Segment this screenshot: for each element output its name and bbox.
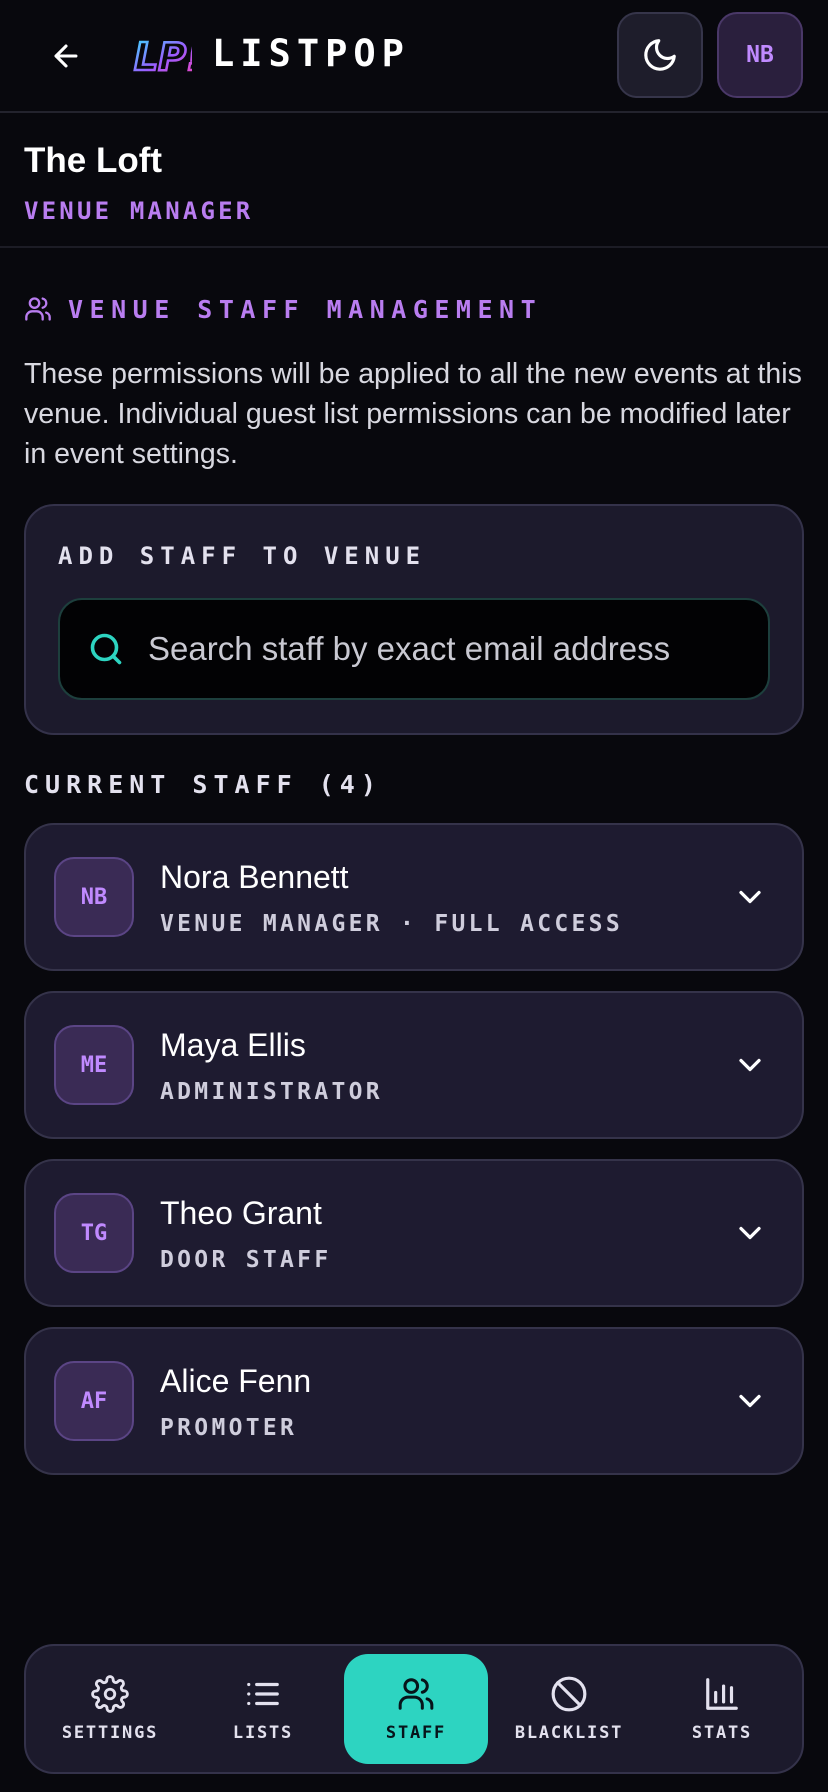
nav-stats[interactable]: STATS [650, 1654, 794, 1764]
venue-header: The Loft VENUE MANAGER [0, 113, 828, 248]
logo-mark-text: LP! [134, 35, 192, 79]
nav-blacklist[interactable]: BLACKLIST [497, 1654, 641, 1764]
staff-role: DOOR STAFF [160, 1247, 332, 1273]
staff-role: VENUE MANAGER · FULL ACCESS [160, 911, 623, 937]
nav-label: STATS [691, 1723, 753, 1743]
staff-role: PROMOTER [160, 1415, 298, 1441]
logo-mark: LP! [133, 34, 192, 80]
bottom-nav: SETTINGS LISTS STAFF BLACKLIST STATS [24, 1644, 804, 1774]
staff-card[interactable]: ME Maya Ellis ADMINISTRATOR [24, 991, 804, 1139]
gear-icon [91, 1675, 129, 1713]
nav-label: BLACKLIST [514, 1723, 624, 1743]
nav-label: SETTINGS [61, 1723, 159, 1743]
moon-icon [644, 39, 676, 71]
back-button[interactable] [44, 34, 88, 78]
app-header: LP! LISTPOP NB [0, 0, 828, 113]
search-icon [90, 633, 122, 665]
venue-name: The Loft [24, 141, 163, 180]
add-staff-card: ADD STAFF TO VENUE [24, 504, 804, 735]
staff-name: Maya Ellis [160, 1027, 306, 1063]
nav-label: LISTS [232, 1723, 294, 1743]
theme-toggle-button[interactable] [617, 12, 703, 98]
chevron-down-icon[interactable] [732, 879, 768, 915]
nav-lists[interactable]: LISTS [191, 1654, 335, 1764]
venue-role: VENUE MANAGER [24, 197, 254, 225]
staff-avatar: AF [54, 1361, 134, 1441]
list-icon [247, 1682, 279, 1706]
nav-settings[interactable]: SETTINGS [38, 1654, 182, 1764]
user-avatar-button[interactable]: NB [717, 12, 803, 98]
chevron-down-icon[interactable] [732, 1047, 768, 1083]
staff-avatar: NB [54, 857, 134, 937]
ban-icon [551, 1676, 587, 1712]
staff-card[interactable]: AF Alice Fenn PROMOTER [24, 1327, 804, 1475]
chevron-down-icon[interactable] [732, 1383, 768, 1419]
staff-avatar: TG [54, 1193, 134, 1273]
staff-role: ADMINISTRATOR [160, 1079, 383, 1105]
chevron-down-icon[interactable] [732, 1215, 768, 1251]
staff-name: Theo Grant [160, 1195, 322, 1231]
permissions-description: These permissions will be applied to all… [24, 358, 802, 470]
users-icon [398, 1678, 434, 1710]
staff-card[interactable]: NB Nora Bennett VENUE MANAGER · FULL ACC… [24, 823, 804, 971]
staff-avatar: ME [54, 1025, 134, 1105]
staff-search-field[interactable] [58, 598, 770, 700]
arrow-left-icon [54, 44, 78, 68]
nav-staff[interactable]: STAFF [344, 1654, 488, 1764]
app-logo-text: LISTPOP [212, 32, 410, 75]
current-staff-title: CURRENT STAFF (4) [24, 770, 382, 799]
staff-card[interactable]: TG Theo Grant DOOR STAFF [24, 1159, 804, 1307]
nav-label: STAFF [385, 1723, 447, 1743]
bar-chart-icon [706, 1678, 738, 1710]
users-icon [25, 297, 51, 321]
section-title: VENUE STAFF MANAGEMENT [24, 290, 542, 328]
add-staff-title: ADD STAFF TO VENUE [58, 542, 427, 570]
section-title-label: VENUE STAFF MANAGEMENT [68, 294, 543, 324]
staff-name: Nora Bennett [160, 859, 349, 895]
staff-search-input[interactable] [148, 630, 688, 668]
staff-name: Alice Fenn [160, 1363, 312, 1399]
